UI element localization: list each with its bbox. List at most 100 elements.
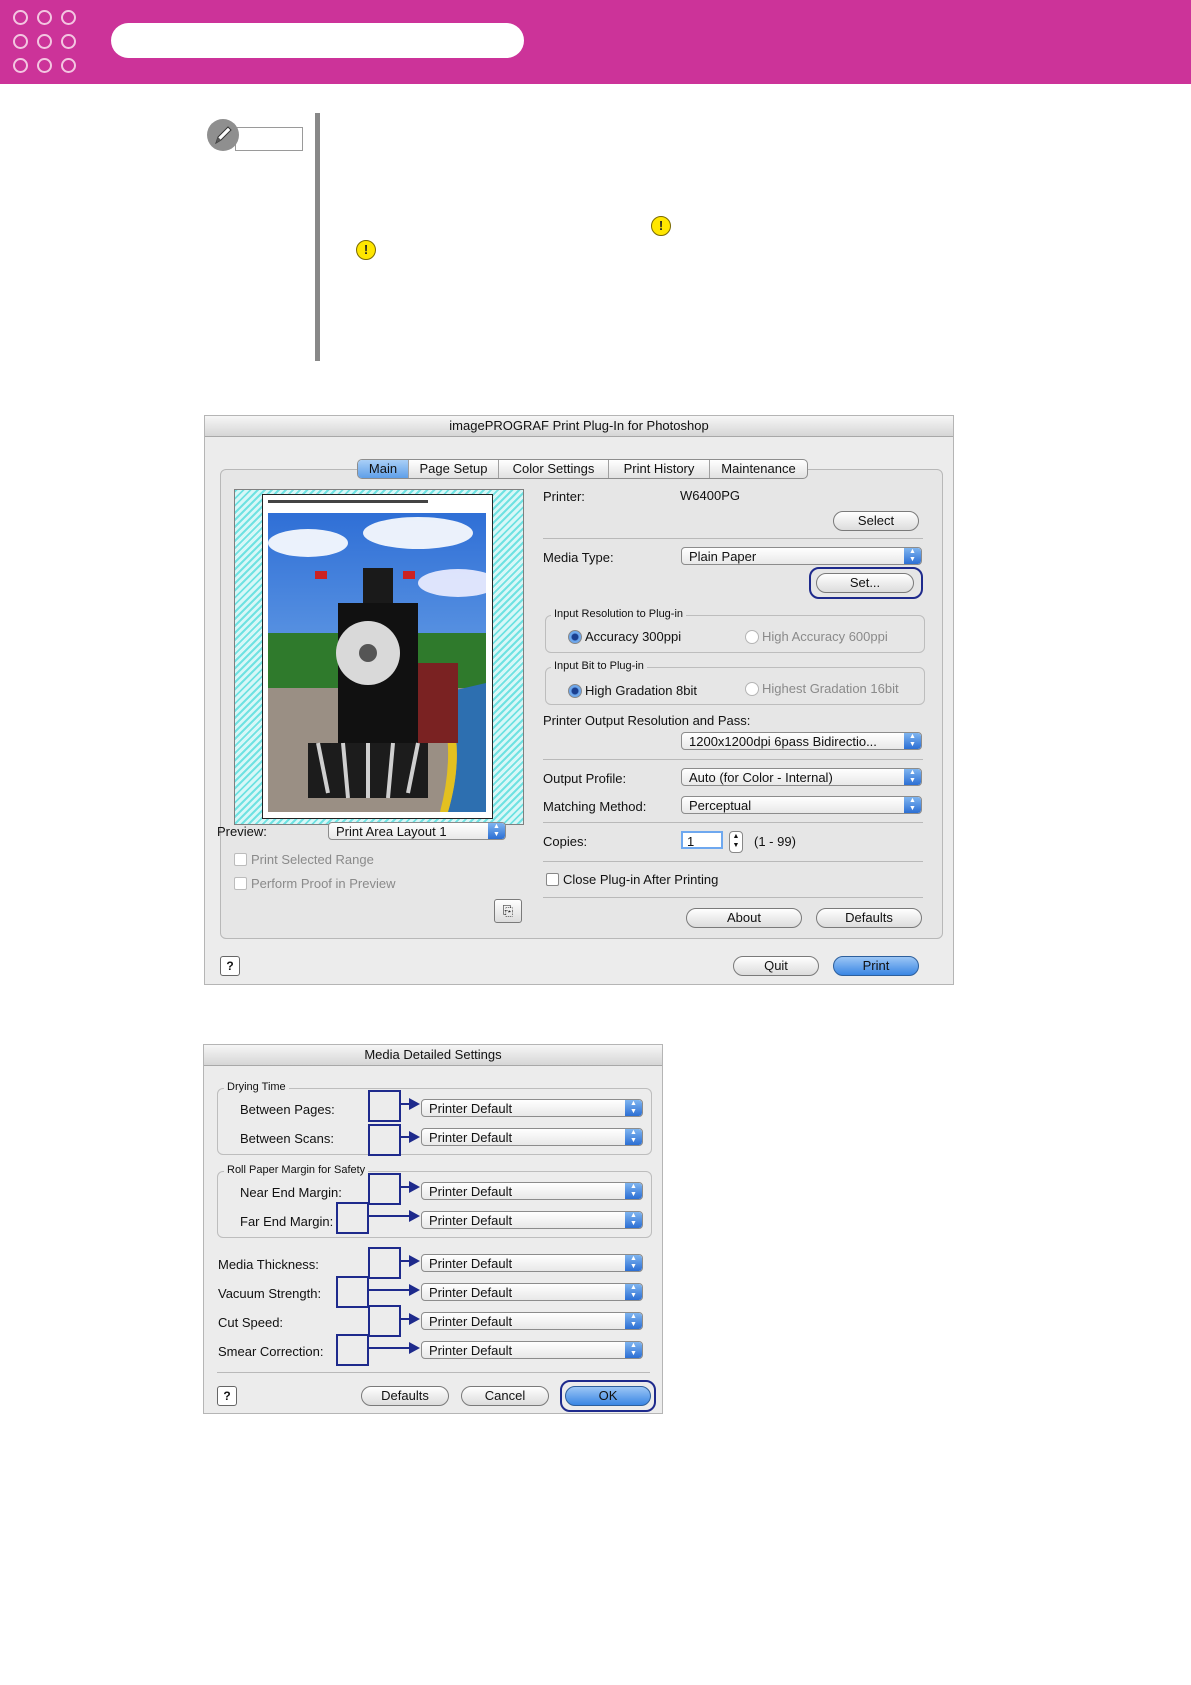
callout-box bbox=[336, 1276, 369, 1308]
output-resolution-popup[interactable]: 1200x1200dpi 6pass Bidirectio... ▲ ▼ bbox=[681, 732, 922, 750]
cut-speed-popup[interactable]: Printer Default ▲ ▼ bbox=[421, 1312, 643, 1330]
high-accuracy-600-radio[interactable] bbox=[745, 630, 759, 644]
defaults-button[interactable]: Defaults bbox=[361, 1386, 449, 1406]
between-scans-label: Between Scans: bbox=[240, 1131, 334, 1146]
output-profile-value: Auto (for Color - Internal) bbox=[689, 770, 833, 785]
between-pages-popup[interactable]: Printer Default ▲ ▼ bbox=[421, 1099, 643, 1117]
accuracy-300-label: Accuracy 300ppi bbox=[585, 629, 682, 644]
callout-box bbox=[336, 1334, 369, 1366]
cancel-button[interactable]: Cancel bbox=[461, 1386, 549, 1406]
page-header-text bbox=[268, 500, 428, 503]
popup-arrows-icon: ▲ ▼ bbox=[488, 823, 505, 839]
popup-arrows-icon: ▲ ▼ bbox=[625, 1183, 642, 1199]
highest-gradation-16bit-label: Highest Gradation 16bit bbox=[762, 681, 899, 696]
media-detailed-settings-dialog: Media Detailed Settings Drying Time Betw… bbox=[203, 1044, 663, 1414]
about-button[interactable]: About bbox=[686, 908, 802, 928]
proof-button[interactable]: ⎘ bbox=[494, 899, 522, 923]
media-type-popup[interactable]: Plain Paper ▲ ▼ bbox=[681, 547, 922, 565]
near-end-margin-label: Near End Margin: bbox=[240, 1185, 342, 1200]
separator bbox=[543, 822, 923, 823]
copies-label: Copies: bbox=[543, 834, 588, 849]
media-type-value: Plain Paper bbox=[689, 549, 757, 564]
close-after-print-checkbox[interactable] bbox=[546, 873, 559, 886]
popup-arrows-icon: ▲ ▼ bbox=[904, 797, 921, 813]
callout-arrowhead bbox=[409, 1098, 420, 1110]
media-thickness-popup[interactable]: Printer Default ▲ ▼ bbox=[421, 1254, 643, 1272]
popup-arrows-icon: ▲ ▼ bbox=[625, 1255, 642, 1271]
callout-arrow bbox=[399, 1318, 409, 1320]
callout-arrow bbox=[399, 1260, 409, 1262]
preview-popup[interactable]: Print Area Layout 1 ▲ ▼ bbox=[328, 822, 506, 840]
preview-popup-value: Print Area Layout 1 bbox=[336, 824, 447, 839]
popup-arrows-icon: ▲ ▼ bbox=[904, 548, 921, 564]
perform-proof-label: Perform Proof in Preview bbox=[251, 876, 396, 891]
copies-stepper[interactable]: ▲ ▼ bbox=[729, 831, 743, 853]
matching-method-label: Matching Method: bbox=[543, 799, 647, 814]
callout-box bbox=[368, 1124, 401, 1156]
between-scans-popup[interactable]: Printer Default ▲ ▼ bbox=[421, 1128, 643, 1146]
vacuum-strength-label: Vacuum Strength: bbox=[218, 1286, 322, 1301]
input-resolution-label: Input Resolution to Plug-in bbox=[551, 608, 687, 620]
popup-arrows-icon: ▲ ▼ bbox=[625, 1284, 642, 1300]
cut-speed-label: Cut Speed: bbox=[218, 1315, 284, 1330]
output-profile-label: Output Profile: bbox=[543, 771, 627, 786]
callout-box bbox=[368, 1247, 401, 1279]
header-title-pill bbox=[111, 23, 524, 58]
print-selected-range-label: Print Selected Range bbox=[251, 852, 374, 867]
output-resolution-label: Printer Output Resolution and Pass: bbox=[543, 713, 751, 728]
decor-dot bbox=[37, 34, 52, 49]
far-end-margin-label: Far End Margin: bbox=[240, 1214, 334, 1229]
decor-dot bbox=[61, 10, 76, 25]
ok-button[interactable]: OK bbox=[565, 1386, 651, 1406]
help-icon[interactable]: ? bbox=[220, 956, 240, 976]
cut-speed-value: Printer Default bbox=[429, 1314, 513, 1329]
preview-area bbox=[234, 489, 524, 825]
vacuum-strength-popup[interactable]: Printer Default ▲ ▼ bbox=[421, 1283, 643, 1301]
proof-icon: ⎘ bbox=[502, 903, 514, 918]
high-accuracy-600-label: High Accuracy 600ppi bbox=[762, 629, 888, 644]
callout-arrow bbox=[367, 1289, 409, 1291]
tab-main[interactable]: Main bbox=[358, 460, 409, 478]
perform-proof-checkbox[interactable] bbox=[234, 877, 247, 890]
matching-method-popup[interactable]: Perceptual ▲ ▼ bbox=[681, 796, 922, 814]
popup-arrows-icon: ▲ ▼ bbox=[625, 1100, 642, 1116]
output-profile-popup[interactable]: Auto (for Color - Internal) ▲ ▼ bbox=[681, 768, 922, 786]
smear-correction-value: Printer Default bbox=[429, 1343, 513, 1358]
far-end-margin-popup[interactable]: Printer Default ▲ ▼ bbox=[421, 1211, 643, 1229]
high-gradation-8bit-label: High Gradation 8bit bbox=[585, 683, 698, 698]
vacuum-strength-value: Printer Default bbox=[429, 1285, 513, 1300]
popup-arrows-icon: ▲ ▼ bbox=[625, 1129, 642, 1145]
input-bit-label: Input Bit to Plug-in bbox=[551, 660, 647, 672]
select-printer-button[interactable]: Select bbox=[833, 511, 919, 531]
accuracy-300-radio[interactable] bbox=[568, 630, 582, 644]
high-gradation-8bit-radio[interactable] bbox=[568, 684, 582, 698]
warning-icon: ! bbox=[651, 216, 671, 236]
tab-maintenance[interactable]: Maintenance bbox=[710, 460, 807, 478]
popup-arrows-icon: ▲ ▼ bbox=[904, 733, 921, 749]
smear-correction-popup[interactable]: Printer Default ▲ ▼ bbox=[421, 1341, 643, 1359]
output-resolution-value: 1200x1200dpi 6pass Bidirectio... bbox=[689, 734, 877, 749]
warning-icon: ! bbox=[356, 240, 376, 260]
quit-button[interactable]: Quit bbox=[733, 956, 819, 976]
print-selected-range-checkbox[interactable] bbox=[234, 853, 247, 866]
tab-print-history[interactable]: Print History bbox=[609, 460, 710, 478]
callout-box bbox=[368, 1305, 401, 1337]
decor-dot bbox=[61, 34, 76, 49]
tab-page-setup[interactable]: Page Setup bbox=[409, 460, 499, 478]
help-icon[interactable]: ? bbox=[217, 1386, 237, 1406]
defaults-button[interactable]: Defaults bbox=[816, 908, 922, 928]
note-divider-bar bbox=[315, 113, 320, 361]
print-button[interactable]: Print bbox=[833, 956, 919, 976]
print-plugin-dialog: imagePROGRAF Print Plug-In for Photoshop… bbox=[204, 415, 954, 985]
decor-dot bbox=[61, 58, 76, 73]
near-end-margin-popup[interactable]: Printer Default ▲ ▼ bbox=[421, 1182, 643, 1200]
drying-time-label: Drying Time bbox=[224, 1081, 289, 1093]
highest-gradation-16bit-radio[interactable] bbox=[745, 682, 759, 696]
set-media-button[interactable]: Set... bbox=[816, 573, 914, 593]
tab-color-settings[interactable]: Color Settings bbox=[499, 460, 609, 478]
callout-arrow bbox=[367, 1347, 409, 1349]
preview-page bbox=[262, 494, 493, 819]
callout-box bbox=[368, 1173, 401, 1205]
copies-field[interactable]: 1 bbox=[681, 831, 723, 849]
far-end-margin-value: Printer Default bbox=[429, 1213, 513, 1228]
